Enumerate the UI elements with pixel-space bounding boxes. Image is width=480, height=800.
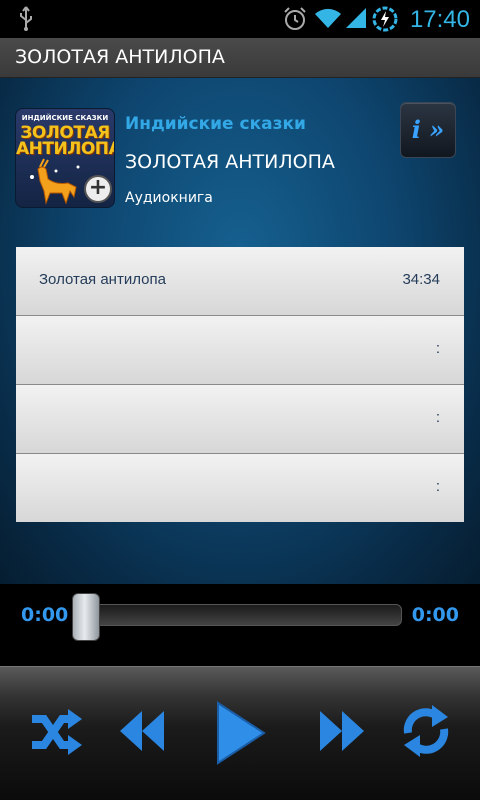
total-time: 0:00 [411,604,459,626]
track-duration: 34:34 [402,271,440,288]
book-title: ЗОЛОТАЯ АНТИЛОПА [125,151,335,173]
seek-bar[interactable] [78,604,402,626]
elapsed-time: 0:00 [21,604,69,626]
book-cover[interactable]: ИНДИЙСКИЕ СКАЗКИ ЗОЛОТАЯ АНТИЛОПА + [15,108,115,208]
usb-icon [18,6,34,36]
page-title: ЗОЛОТАЯ АНТИЛОПА [15,46,225,68]
fast-forward-icon[interactable] [318,709,366,757]
title-bar: ЗОЛОТАЯ АНТИЛОПА [0,38,480,78]
info-button[interactable]: i » [400,102,456,158]
status-time: 17:40 [409,6,470,33]
alarm-icon [282,6,308,36]
play-icon[interactable] [212,701,268,769]
battery-charging-icon [372,6,398,36]
book-series[interactable]: Индийские сказки [125,114,306,134]
signal-icon [344,6,368,34]
wifi-icon [314,6,342,34]
track-duration: : [435,340,440,357]
antelope-illustration [26,157,86,207]
repeat-icon[interactable] [400,703,452,763]
status-bar: 17:40 [0,0,480,38]
shuffle-icon[interactable] [28,707,84,761]
track-row[interactable]: : [16,316,464,385]
track-row[interactable]: Золотая антилопа 34:34 [16,247,464,316]
track-name: Золотая антилопа [39,271,166,288]
track-list: Золотая антилопа 34:34 : : : [16,247,464,522]
book-details-panel: ИНДИЙСКИЕ СКАЗКИ ЗОЛОТАЯ АНТИЛОПА + Инди… [0,78,480,584]
progress-area: 0:00 0:00 [0,584,480,666]
track-row[interactable]: : [16,454,464,522]
seek-thumb[interactable] [72,593,100,641]
cover-title-line2: АНТИЛОПА [16,139,115,159]
track-duration: : [435,409,440,426]
playback-controls [0,666,480,800]
book-type: Аудиокнига [125,190,213,206]
add-icon[interactable]: + [84,175,112,203]
rewind-icon[interactable] [118,709,166,757]
cover-series-text: ИНДИЙСКИЕ СКАЗКИ [21,114,109,122]
track-row[interactable]: : [16,385,464,454]
track-duration: : [435,478,440,495]
